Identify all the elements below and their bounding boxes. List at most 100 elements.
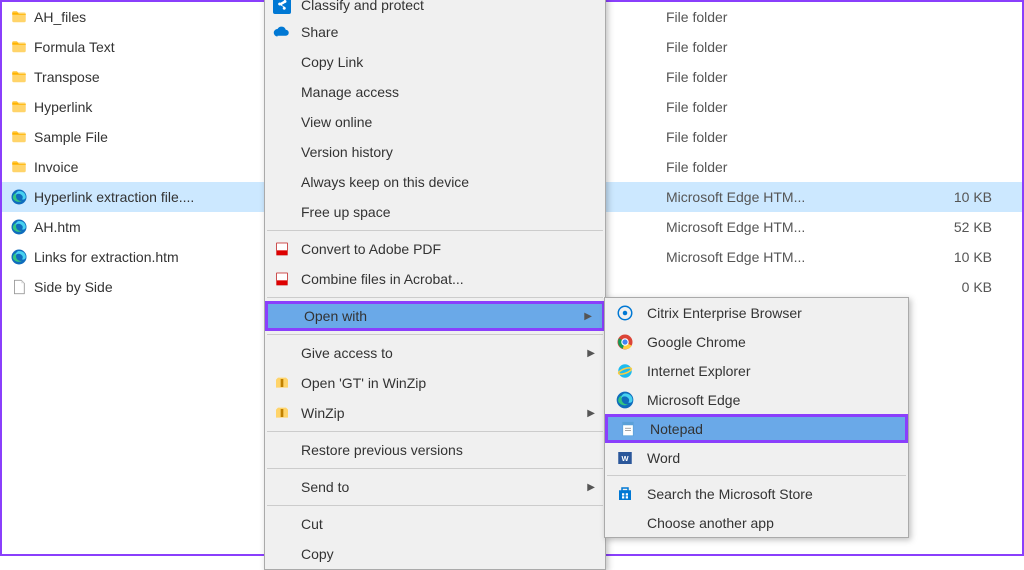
chevron-right-icon: ▶ bbox=[587, 482, 595, 493]
menu-item-version-history[interactable]: Version history bbox=[265, 137, 605, 167]
menu-item-convert-to-adobe-pdf[interactable]: Convert to Adobe PDF bbox=[265, 234, 605, 264]
menu-item-copy[interactable]: Copy bbox=[265, 539, 605, 569]
submenu-item-label: Internet Explorer bbox=[647, 363, 751, 379]
edge-icon bbox=[615, 390, 635, 410]
submenu-item-google-chrome[interactable]: Google Chrome bbox=[605, 327, 908, 356]
menu-item-label: Open with bbox=[304, 308, 367, 324]
file-size: 10 KB bbox=[902, 249, 1022, 265]
menu-item-label: Cut bbox=[301, 516, 323, 532]
menu-item-label: Free up space bbox=[301, 204, 391, 220]
folder-icon bbox=[10, 68, 28, 86]
menu-item-label: Copy Link bbox=[301, 54, 363, 70]
submenu-item-search-the-microsoft-store[interactable]: Search the Microsoft Store bbox=[605, 479, 908, 508]
menu-item-give-access-to[interactable]: Give access to ▶ bbox=[265, 338, 605, 368]
menu-item-share[interactable]: Share bbox=[265, 17, 605, 47]
menu-item-label: Send to bbox=[301, 479, 349, 495]
menu-item-label: Classify and protect bbox=[301, 0, 424, 13]
menu-item-open-gt-in-winzip[interactable]: Open 'GT' in WinZip bbox=[265, 368, 605, 398]
menu-separator bbox=[267, 431, 603, 432]
pdf-icon bbox=[273, 270, 291, 288]
file-size: 0 KB bbox=[902, 279, 1022, 295]
menu-separator bbox=[267, 297, 603, 298]
menu-item-label: Combine files in Acrobat... bbox=[301, 271, 464, 287]
menu-item-label: Restore previous versions bbox=[301, 442, 463, 458]
menu-separator bbox=[267, 468, 603, 469]
menu-separator bbox=[267, 505, 603, 506]
menu-item-open-with[interactable]: Open with ▶ bbox=[265, 301, 605, 331]
submenu-item-label: Microsoft Edge bbox=[647, 392, 740, 408]
submenu-item-label: Choose another app bbox=[647, 515, 774, 531]
share-blue-icon bbox=[273, 0, 291, 14]
file-icon bbox=[10, 278, 28, 296]
submenu-item-label: Search the Microsoft Store bbox=[647, 486, 813, 502]
menu-item-label: Open 'GT' in WinZip bbox=[301, 375, 426, 391]
pdf-icon bbox=[273, 240, 291, 258]
folder-icon bbox=[10, 158, 28, 176]
cloud-blue-icon bbox=[273, 23, 291, 41]
menu-item-free-up-space[interactable]: Free up space bbox=[265, 197, 605, 227]
chevron-right-icon: ▶ bbox=[587, 348, 595, 359]
menu-item-combine-files-in-acrobat-[interactable]: Combine files in Acrobat... bbox=[265, 264, 605, 294]
menu-item-copy-link[interactable]: Copy Link bbox=[265, 47, 605, 77]
chrome-icon bbox=[615, 332, 635, 352]
file-name: Sample File bbox=[34, 129, 108, 145]
store-icon bbox=[615, 484, 635, 504]
folder-icon bbox=[10, 8, 28, 26]
file-size: 52 KB bbox=[902, 219, 1022, 235]
edge-icon bbox=[10, 188, 28, 206]
folder-icon bbox=[10, 98, 28, 116]
chevron-right-icon: ▶ bbox=[587, 408, 595, 419]
folder-icon bbox=[10, 38, 28, 56]
citrix-icon bbox=[615, 303, 635, 323]
context-menu[interactable]: Classify and protect Share Copy Link Manage… bbox=[264, 0, 606, 570]
menu-item-classify-and-protect[interactable]: Classify and protect bbox=[265, 0, 605, 17]
menu-item-label: Share bbox=[301, 24, 338, 40]
file-name: Invoice bbox=[34, 159, 78, 175]
svg-text:W: W bbox=[621, 454, 629, 463]
submenu-item-microsoft-edge[interactable]: Microsoft Edge bbox=[605, 385, 908, 414]
file-size: 10 KB bbox=[902, 189, 1022, 205]
file-name: Hyperlink bbox=[34, 99, 92, 115]
menu-item-restore-previous-versions[interactable]: Restore previous versions bbox=[265, 435, 605, 465]
winzip-icon bbox=[273, 404, 291, 422]
submenu-item-citrix-enterprise-browser[interactable]: Citrix Enterprise Browser bbox=[605, 298, 908, 327]
submenu-item-label: Google Chrome bbox=[647, 334, 746, 350]
menu-item-send-to[interactable]: Send to ▶ bbox=[265, 472, 605, 502]
menu-item-label: Convert to Adobe PDF bbox=[301, 241, 441, 257]
menu-item-label: Manage access bbox=[301, 84, 399, 100]
submenu-item-choose-another-app[interactable]: Choose another app bbox=[605, 508, 908, 537]
edge-icon bbox=[10, 248, 28, 266]
folder-icon bbox=[10, 128, 28, 146]
menu-item-label: View online bbox=[301, 114, 372, 130]
file-name: AH_files bbox=[34, 9, 86, 25]
submenu-item-internet-explorer[interactable]: Internet Explorer bbox=[605, 356, 908, 385]
open-with-submenu[interactable]: Citrix Enterprise Browser Google Chrome In… bbox=[604, 297, 909, 538]
menu-item-label: Copy bbox=[301, 546, 334, 562]
menu-item-view-online[interactable]: View online bbox=[265, 107, 605, 137]
word-icon: W bbox=[615, 448, 635, 468]
file-name: Formula Text bbox=[34, 39, 115, 55]
chevron-right-icon: ▶ bbox=[584, 311, 592, 322]
winzip-icon bbox=[273, 374, 291, 392]
menu-item-label: Give access to bbox=[301, 345, 393, 361]
menu-item-always-keep-on-this-device[interactable]: Always keep on this device bbox=[265, 167, 605, 197]
file-name: Transpose bbox=[34, 69, 100, 85]
file-name: Hyperlink extraction file.... bbox=[34, 189, 194, 205]
menu-item-winzip[interactable]: WinZip ▶ bbox=[265, 398, 605, 428]
edge-icon bbox=[10, 218, 28, 236]
submenu-item-label: Word bbox=[647, 450, 680, 466]
ie-icon bbox=[615, 361, 635, 381]
file-name: Links for extraction.htm bbox=[34, 249, 179, 265]
submenu-item-label: Citrix Enterprise Browser bbox=[647, 305, 802, 321]
menu-item-label: WinZip bbox=[301, 405, 345, 421]
submenu-item-word[interactable]: W Word bbox=[605, 443, 908, 472]
file-name: AH.htm bbox=[34, 219, 81, 235]
menu-item-manage-access[interactable]: Manage access bbox=[265, 77, 605, 107]
file-name: Side by Side bbox=[34, 279, 113, 295]
menu-separator bbox=[607, 475, 906, 476]
notepad-icon bbox=[618, 419, 638, 439]
menu-separator bbox=[267, 230, 603, 231]
submenu-item-notepad[interactable]: Notepad bbox=[605, 414, 908, 443]
menu-separator bbox=[267, 334, 603, 335]
menu-item-cut[interactable]: Cut bbox=[265, 509, 605, 539]
